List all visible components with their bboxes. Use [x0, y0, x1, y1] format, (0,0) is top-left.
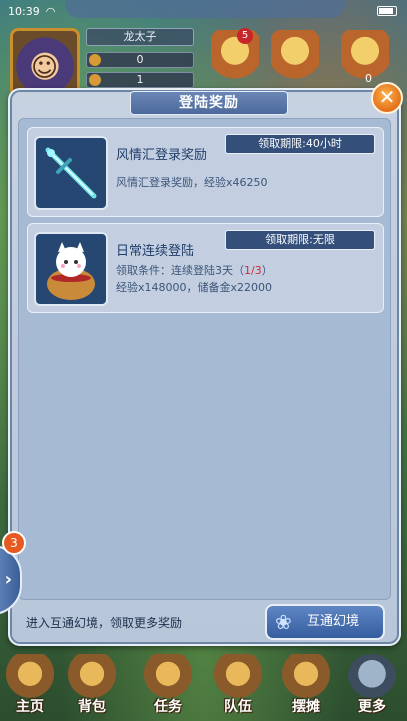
bottom-menu: 主页 背包 任务 队伍 摆摊 更多 [0, 648, 407, 721]
reward-card-login[interactable]: 风情汇登录奖励 领取期限:40小时 风情汇登录奖励，经验x46250 [27, 127, 384, 217]
reward-title: 风情汇登录奖励 [116, 148, 208, 163]
chevron-right-icon: › [4, 569, 12, 590]
team-icon [214, 654, 262, 698]
portal-button-label: 互通幻境 [307, 614, 360, 629]
reward-condition: 领取条件：连续登陆3天（1/3） [116, 262, 273, 278]
dialog-title: 登陆奖励 [130, 91, 288, 115]
backpack-icon [68, 654, 116, 698]
player-stat-1: 0 [86, 52, 194, 68]
reward-condition-prefix: 领取条件：连续登陆3天（ [116, 264, 244, 277]
wifi-icon: ◠ [45, 4, 56, 18]
login-reward-dialog: 登陆奖励 ✕ 风情汇登录奖励 领取期限:40小时 风情汇登录奖励，经验x4625… [8, 82, 403, 646]
menu-label: 背包 [78, 699, 106, 715]
menu-home-button[interactable]: 主页 [0, 654, 60, 718]
stall-icon [282, 654, 330, 698]
crystal-sword-icon [34, 136, 108, 210]
gem-icon [89, 74, 101, 86]
menu-label: 队伍 [224, 699, 252, 715]
reward-title: 日常连续登陆 [116, 244, 195, 259]
scroll-icon [144, 654, 192, 698]
hud-shortcuts: 5 0 [201, 24, 401, 94]
status-time: 10:39 [8, 4, 40, 18]
avatar-face-icon: ☺ [31, 53, 59, 83]
battery-icon [377, 6, 397, 16]
reward-card-daily[interactable]: 日常连续登陆 领取期限:无限 领取条件：连续登陆3天（1/3） 经验x14800… [27, 223, 384, 313]
side-tab-badge: 3 [2, 531, 26, 555]
menu-more-button[interactable]: 更多 [342, 654, 402, 718]
menu-label: 主页 [16, 699, 44, 715]
flag-count: 0 [365, 72, 372, 85]
reward-deadline: 领取期限:无限 [225, 230, 375, 250]
treasure-chest-icon[interactable] [271, 30, 319, 82]
dialog-footer: 进入互通幻境，领取更多奖励 ❀ 互通幻境 [10, 600, 399, 644]
player-stat-2: 1 [86, 72, 194, 88]
coin-icon [89, 54, 101, 66]
close-button[interactable]: ✕ [371, 82, 403, 114]
footer-hint: 进入互通幻境，领取更多奖励 [26, 616, 183, 630]
cat-pouch-icon [34, 232, 108, 306]
reward-list: 风情汇登录奖励 领取期限:40小时 风情汇登录奖励，经验x46250 日常连续登… [18, 118, 391, 600]
menu-tasks-button[interactable]: 任务 [138, 654, 198, 718]
close-icon: ✕ [378, 85, 396, 109]
reward-condition-suffix: ） [261, 264, 273, 277]
reward-progress: 1/3 [244, 264, 262, 277]
menu-team-button[interactable]: 队伍 [208, 654, 268, 718]
player-name: 龙太子 [86, 28, 194, 46]
menu-label: 摆摊 [292, 699, 320, 715]
home-icon [6, 654, 54, 698]
player-stat-2-value: 1 [136, 73, 144, 86]
reward-deadline: 领取期限:40小时 [225, 134, 375, 154]
menu-stall-button[interactable]: 摆摊 [276, 654, 336, 718]
reward-description: 经验x148000，储备金x22000 [116, 281, 273, 294]
event-badge: 5 [237, 28, 253, 44]
status-bar: 10:39 ◠ [0, 0, 407, 22]
portal-button[interactable]: ❀ 互通幻境 [265, 604, 385, 640]
reward-description: 风情汇登录奖励，经验x46250 [116, 176, 268, 189]
menu-label: 任务 [154, 699, 182, 715]
menu-backpack-button[interactable]: 背包 [62, 654, 122, 718]
dream-icon: ❀ [275, 610, 292, 634]
status-notch [65, 0, 345, 18]
menu-label: 更多 [358, 699, 386, 715]
player-stat-1-value: 0 [136, 53, 144, 66]
more-icon [348, 654, 396, 698]
